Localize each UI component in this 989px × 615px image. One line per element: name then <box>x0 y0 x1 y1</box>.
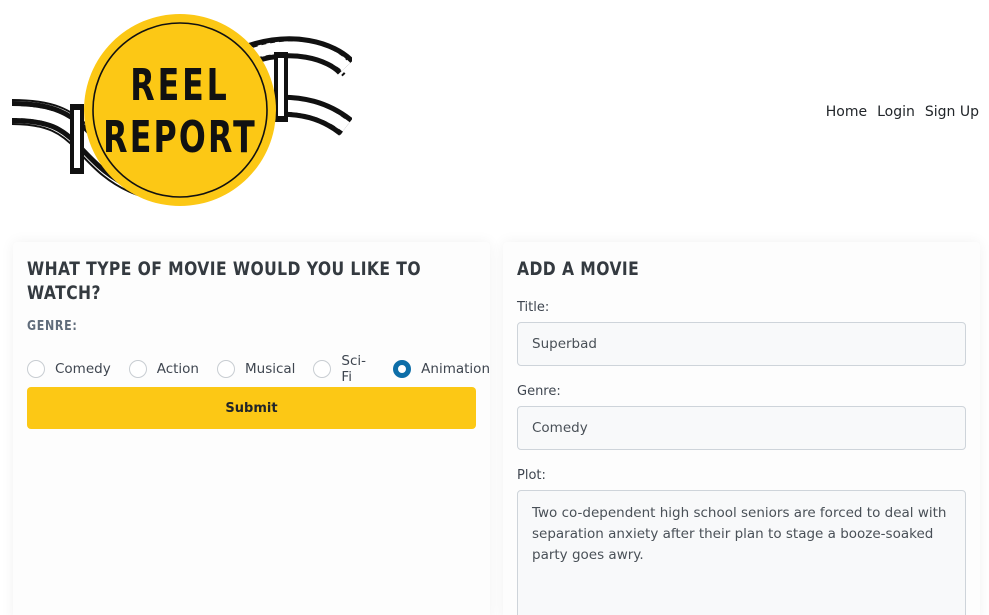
radio-label: Comedy <box>55 361 111 377</box>
plot-textarea-value: Two co-dependent high school seniors are… <box>532 505 947 563</box>
add-movie-card: Add a Movie Title: Superbad Genre: Comed… <box>503 242 980 615</box>
radio-button[interactable] <box>216 360 235 378</box>
nav-login-link[interactable]: Login <box>877 103 915 121</box>
title-input-value: Superbad <box>532 336 597 352</box>
genre-option-comedy[interactable]: Comedy <box>27 360 111 378</box>
movie-preference-card: What type of movie would you like to wat… <box>13 242 490 615</box>
genre-option-action[interactable]: Action <box>128 360 199 378</box>
film-reel-logo-icon: REEL REPORT <box>11 14 355 206</box>
plot-label: Plot: <box>517 468 546 483</box>
logo-line2: REPORT <box>103 112 257 164</box>
radio-button[interactable] <box>128 360 147 378</box>
add-movie-title: Add a Movie <box>517 258 640 280</box>
radio-label: Sci-Fi <box>341 353 367 385</box>
logo-line1: REEL <box>130 60 229 112</box>
title-input[interactable]: Superbad <box>517 322 966 366</box>
radio-button[interactable] <box>27 360 45 378</box>
radio-label: Musical <box>244 361 296 377</box>
nav-signup-link[interactable]: Sign Up <box>925 103 979 121</box>
radio-label: Animation <box>421 361 490 377</box>
title-label: Title: <box>517 300 550 315</box>
submit-button[interactable]: Submit <box>27 387 476 429</box>
genre-option-animation[interactable]: Animation <box>393 360 490 378</box>
genre-input-value: Comedy <box>532 420 588 436</box>
radio-label: Action <box>156 361 199 377</box>
genre-input[interactable]: Comedy <box>517 406 966 450</box>
site-header: REEL REPORT Home Login Sign Up <box>0 0 989 220</box>
genre-label: Genre: <box>517 384 561 399</box>
plot-textarea[interactable]: Two co-dependent high school seniors are… <box>517 490 966 615</box>
genre-option-musical[interactable]: Musical <box>216 360 296 378</box>
genre-heading: Genre: <box>27 319 78 334</box>
reel-report-logo[interactable]: REEL REPORT <box>11 12 355 212</box>
main-nav: Home Login Sign Up <box>826 103 979 121</box>
nav-home-link[interactable]: Home <box>826 103 867 121</box>
radio-button[interactable] <box>393 360 412 378</box>
radio-button[interactable] <box>313 360 332 378</box>
genre-radio-group: Comedy Action Musical Sci-Fi Animation <box>27 353 490 385</box>
genre-option-scifi[interactable]: Sci-Fi <box>313 353 375 385</box>
preference-title: What type of movie would you like to wat… <box>27 258 421 304</box>
